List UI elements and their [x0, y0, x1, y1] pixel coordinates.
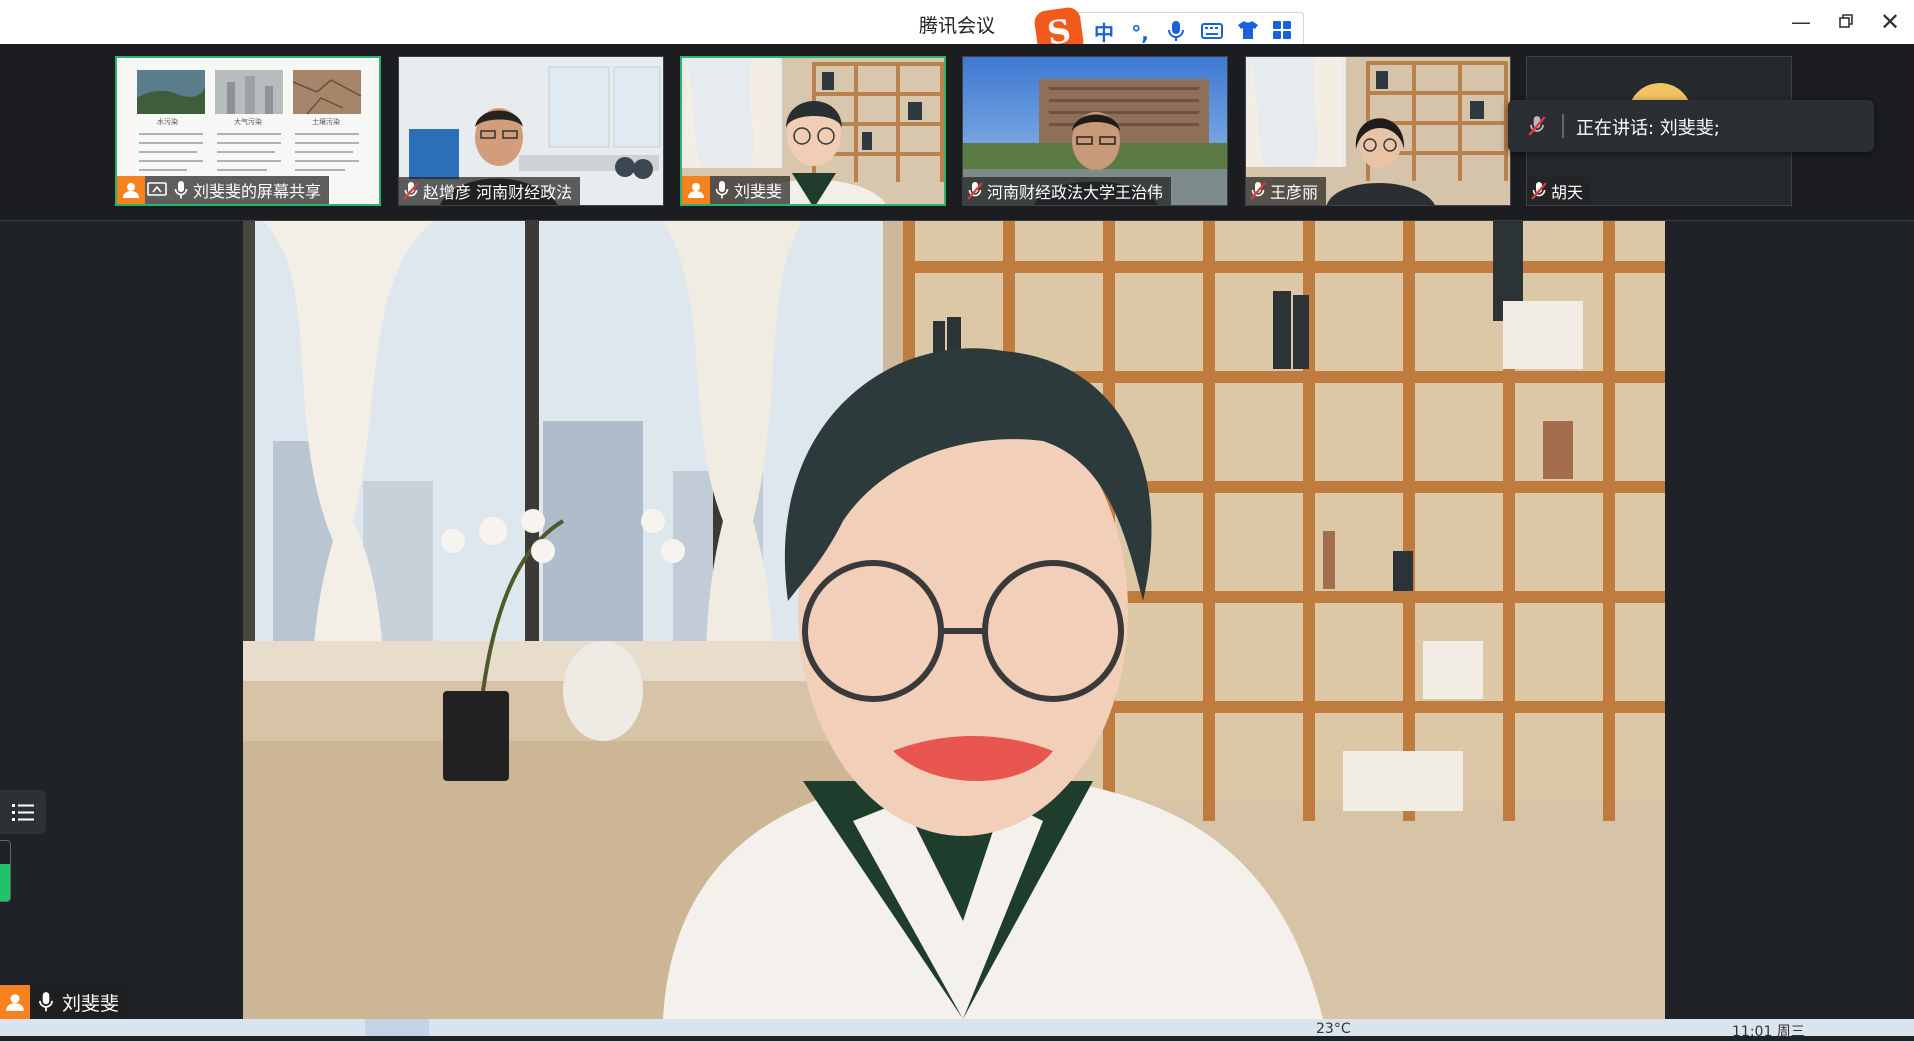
mic-muted-icon — [1246, 177, 1270, 205]
weather-temperature: 23°C — [1316, 1021, 1351, 1037]
member-list-button[interactable] — [0, 790, 46, 834]
tile-label: 赵增彦 河南财经政法 — [399, 177, 581, 205]
main-speaker-video[interactable] — [243, 221, 1665, 1019]
main-speaker-label: 刘斐斐 — [0, 985, 130, 1019]
list-icon — [12, 804, 34, 821]
title-bar: 腾讯会议 — ✕ — [0, 0, 1914, 44]
ime-mode-toggle[interactable]: 中 — [1091, 20, 1117, 46]
ime-skin-icon[interactable] — [1235, 20, 1261, 46]
mic-on-icon — [169, 176, 193, 204]
participant-name: 赵增彦 河南财经政法 — [423, 183, 573, 202]
clock: 11:01 周三 — [1732, 1024, 1805, 1040]
svg-text:土壤污染: 土壤污染 — [312, 117, 340, 126]
minimize-button[interactable]: — — [1789, 10, 1813, 34]
mic-muted-icon — [963, 177, 987, 205]
participant-name: 王彦丽 — [1270, 183, 1319, 202]
mic-muted-icon — [399, 177, 423, 205]
tile-label: 河南财经政法大学王治伟 — [963, 177, 1172, 205]
participant-tile[interactable]: 王彦丽 — [1245, 56, 1511, 206]
volume-meter — [0, 840, 11, 902]
main-video-frame — [243, 221, 1665, 1019]
tile-label: 王彦丽 — [1246, 177, 1327, 205]
ime-punct-toggle[interactable]: °, — [1127, 20, 1153, 46]
participant-name: 刘斐斐的屏幕共享 — [193, 182, 322, 201]
divider — [1562, 114, 1564, 138]
mic-on-icon — [30, 988, 62, 1016]
main-speaker-name: 刘斐斐 — [62, 992, 120, 1015]
host-badge-icon — [117, 176, 145, 204]
ime-toolbox-icon[interactable] — [1269, 20, 1295, 46]
participant-name: 胡天 — [1551, 183, 1584, 202]
speaking-indicator: 正在讲话: 刘斐斐; — [1508, 100, 1874, 152]
ime-keyboard-icon[interactable] — [1199, 20, 1225, 46]
svg-text:水污染: 水污染 — [157, 117, 178, 126]
mic-muted-icon — [1527, 177, 1551, 205]
participant-tile[interactable]: 赵增彦 河南财经政法 — [398, 56, 664, 206]
restore-button[interactable] — [1834, 10, 1858, 34]
host-badge-icon — [682, 176, 710, 204]
system-taskbar: 23°C 11:01 周三 — [0, 1019, 1914, 1040]
close-button[interactable]: ✕ — [1878, 10, 1902, 34]
tile-label: 胡天 — [1527, 177, 1592, 205]
participant-tile[interactable]: 河南财经政法大学王治伟 — [962, 56, 1228, 206]
window-title: 腾讯会议 — [918, 15, 995, 37]
screen-share-icon — [145, 176, 169, 204]
participant-tile-screen-share[interactable]: 水污染 大气污染 土壤污染 刘斐斐的屏幕共享 — [115, 56, 381, 206]
mic-muted-icon — [1528, 115, 1546, 141]
participant-name: 河南财经政法大学王治伟 — [987, 183, 1164, 202]
mic-on-icon — [710, 176, 734, 204]
volume-level — [0, 863, 10, 901]
tile-label: 刘斐斐的屏幕共享 — [117, 176, 330, 204]
taskbar-app-button[interactable] — [365, 1019, 429, 1036]
svg-text:大气污染: 大气污染 — [234, 117, 262, 126]
participant-name: 刘斐斐 — [734, 182, 783, 201]
tile-label: 刘斐斐 — [682, 176, 791, 204]
ime-voice-icon[interactable] — [1163, 20, 1189, 46]
host-badge-icon — [0, 985, 30, 1019]
speaking-label: 正在讲话: 刘斐斐; — [1576, 118, 1720, 139]
participant-tile[interactable]: 刘斐斐 — [680, 56, 946, 206]
